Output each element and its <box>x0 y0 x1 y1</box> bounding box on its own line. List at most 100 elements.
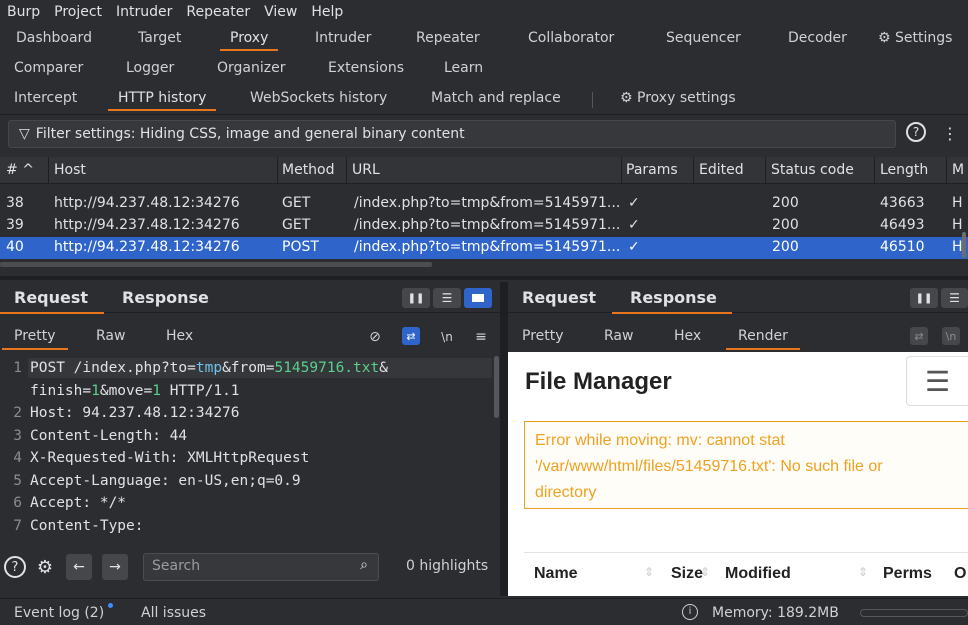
row-num: 39 <box>6 217 24 233</box>
layout-split-horizontal-icon[interactable]: ❚❚ <box>402 288 430 308</box>
col-num[interactable]: # ^ <box>6 162 34 178</box>
pane-divider[interactable] <box>500 282 508 596</box>
splitter[interactable] <box>0 276 968 280</box>
search-input[interactable]: Search <box>152 558 200 574</box>
request-editor[interactable]: 1 POST /index.php?to=tmp&from=51459716.tx… <box>0 354 500 534</box>
row-url: /index.php?to=tmp&from=5145971... <box>354 239 621 255</box>
col-params[interactable]: Params <box>626 162 678 178</box>
tab-comparer[interactable]: Comparer <box>14 60 83 76</box>
layout-split-vertical-icon[interactable]: ☰ <box>941 288 968 308</box>
hide-nonprintable-icon[interactable]: ⊘ <box>366 328 384 346</box>
col-modified[interactable]: Modified <box>725 565 791 583</box>
row-url: /index.php?to=tmp&from=5145971... <box>354 217 621 233</box>
row-num: 38 <box>6 195 24 211</box>
tab-logger[interactable]: Logger <box>126 60 174 76</box>
search-icon[interactable]: ⌕ <box>360 557 368 573</box>
event-log-link[interactable]: Event log (2) <box>14 605 104 621</box>
col-length[interactable]: Length <box>880 162 928 178</box>
all-issues-link[interactable]: All issues <box>141 605 206 621</box>
table-horizontal-scrollbar[interactable] <box>0 262 432 267</box>
right-tab-response-underline <box>612 312 732 314</box>
forward-arrow-icon[interactable]: → <box>102 554 128 580</box>
col-status-code[interactable]: Status code <box>771 162 854 178</box>
menu-view[interactable]: View <box>257 4 304 20</box>
left-tab-response[interactable]: Response <box>122 288 209 307</box>
more-options-icon[interactable]: ⋮ <box>942 122 958 144</box>
col-host[interactable]: Host <box>54 162 86 178</box>
right-subtab-raw[interactable]: Raw <box>604 328 633 344</box>
tab-settings[interactable]: ⚙ Settings <box>878 30 952 46</box>
col-owner[interactable]: O <box>954 565 966 583</box>
help-icon[interactable]: ? <box>4 556 26 578</box>
layout-split-vertical-icon[interactable]: ☰ <box>433 288 461 308</box>
left-subtab-raw[interactable]: Raw <box>96 328 125 344</box>
menu-icon[interactable]: ≡ <box>472 328 490 346</box>
table-row[interactable]: 39 http://94.237.48.12:34276 GET /index.… <box>0 215 968 237</box>
left-tab-request-underline <box>0 312 104 314</box>
code-line: Content-Length: 44 <box>30 427 188 444</box>
table-vertical-scrollbar[interactable] <box>962 232 966 258</box>
back-arrow-icon[interactable]: ← <box>66 554 92 580</box>
right-subtab-hex[interactable]: Hex <box>674 328 701 344</box>
left-subtab-pretty[interactable]: Pretty <box>2 328 67 350</box>
newline-icon[interactable]: \n <box>438 328 456 346</box>
filter-bar[interactable]: ▽ Filter settings: Hiding CSS, image and… <box>8 120 896 148</box>
menu-intruder[interactable]: Intruder <box>109 4 179 20</box>
right-subtab-render[interactable]: Render <box>726 328 800 350</box>
editor-scrollbar[interactable] <box>494 356 499 418</box>
tab-dashboard[interactable]: Dashboard <box>16 30 92 46</box>
proxy-settings-button[interactable]: ⚙ Proxy settings <box>620 90 736 106</box>
col-edited[interactable]: Edited <box>699 162 744 178</box>
code-line: Accept: */* <box>30 495 127 511</box>
tab-sequencer[interactable]: Sequencer <box>666 30 741 46</box>
gear-icon[interactable]: ⚙ <box>34 556 56 578</box>
menu-burp[interactable]: Burp <box>0 4 47 20</box>
tab-match-and-replace[interactable]: Match and replace <box>431 90 561 106</box>
right-subtab-pretty[interactable]: Pretty <box>522 328 564 344</box>
newline-icon[interactable]: \n <box>942 327 960 345</box>
menu-repeater[interactable]: Repeater <box>179 4 257 20</box>
col-size[interactable]: Size <box>671 565 703 583</box>
col-mime[interactable]: M <box>952 162 964 178</box>
tab-collaborator[interactable]: Collaborator <box>528 30 614 46</box>
tab-extensions[interactable]: Extensions <box>328 60 404 76</box>
table-row[interactable]: 38 http://94.237.48.12:34276 GET /index.… <box>0 193 968 215</box>
sort-icon[interactable]: ⇕ <box>700 565 710 579</box>
menu-help[interactable]: Help <box>304 4 350 20</box>
tab-repeater[interactable]: Repeater <box>416 30 480 46</box>
wrap-lines-icon[interactable]: ⇄ <box>910 327 928 345</box>
table-row-partial <box>0 184 968 190</box>
menu-bar: Burp Project Intruder Repeater View Help <box>0 0 968 24</box>
row-length: 46510 <box>880 239 925 255</box>
hamburger-icon[interactable]: ☰ <box>906 356 968 406</box>
right-tab-response[interactable]: Response <box>630 288 717 307</box>
tab-target[interactable]: Target <box>138 30 181 46</box>
tab-http-history[interactable]: HTTP history <box>107 90 217 111</box>
gear-icon: ⚙ <box>878 30 891 46</box>
col-perms[interactable]: Perms <box>883 565 932 583</box>
layout-tabs-icon[interactable] <box>464 288 492 308</box>
sort-asc-icon: ^ <box>22 162 34 178</box>
col-name[interactable]: Name <box>534 565 578 583</box>
table-row-selected[interactable]: 40 http://94.237.48.12:34276 POST /index… <box>0 237 968 259</box>
col-url[interactable]: URL <box>352 162 380 178</box>
help-icon[interactable]: ? <box>906 122 926 142</box>
tab-websockets-history[interactable]: WebSockets history <box>250 90 387 106</box>
left-subtab-hex[interactable]: Hex <box>166 328 193 344</box>
tab-intercept[interactable]: Intercept <box>14 90 77 106</box>
wrap-lines-icon[interactable]: ⇄ <box>402 327 420 345</box>
tab-intruder[interactable]: Intruder <box>315 30 371 46</box>
tab-learn[interactable]: Learn <box>444 60 483 76</box>
layout-split-horizontal-icon[interactable]: ❚❚ <box>910 288 938 308</box>
left-pane-header: Request Response ❚❚ ☰ <box>0 282 500 314</box>
col-method[interactable]: Method <box>282 162 335 178</box>
left-tab-request[interactable]: Request <box>14 288 88 307</box>
sort-icon[interactable]: ⇕ <box>858 565 868 579</box>
line-number: 3 <box>13 427 22 444</box>
tab-proxy[interactable]: Proxy <box>219 30 279 51</box>
tab-organizer[interactable]: Organizer <box>217 60 285 76</box>
tab-decoder[interactable]: Decoder <box>788 30 847 46</box>
menu-project[interactable]: Project <box>47 4 109 20</box>
right-tab-request[interactable]: Request <box>522 288 596 307</box>
sort-icon[interactable]: ⇕ <box>644 565 654 579</box>
